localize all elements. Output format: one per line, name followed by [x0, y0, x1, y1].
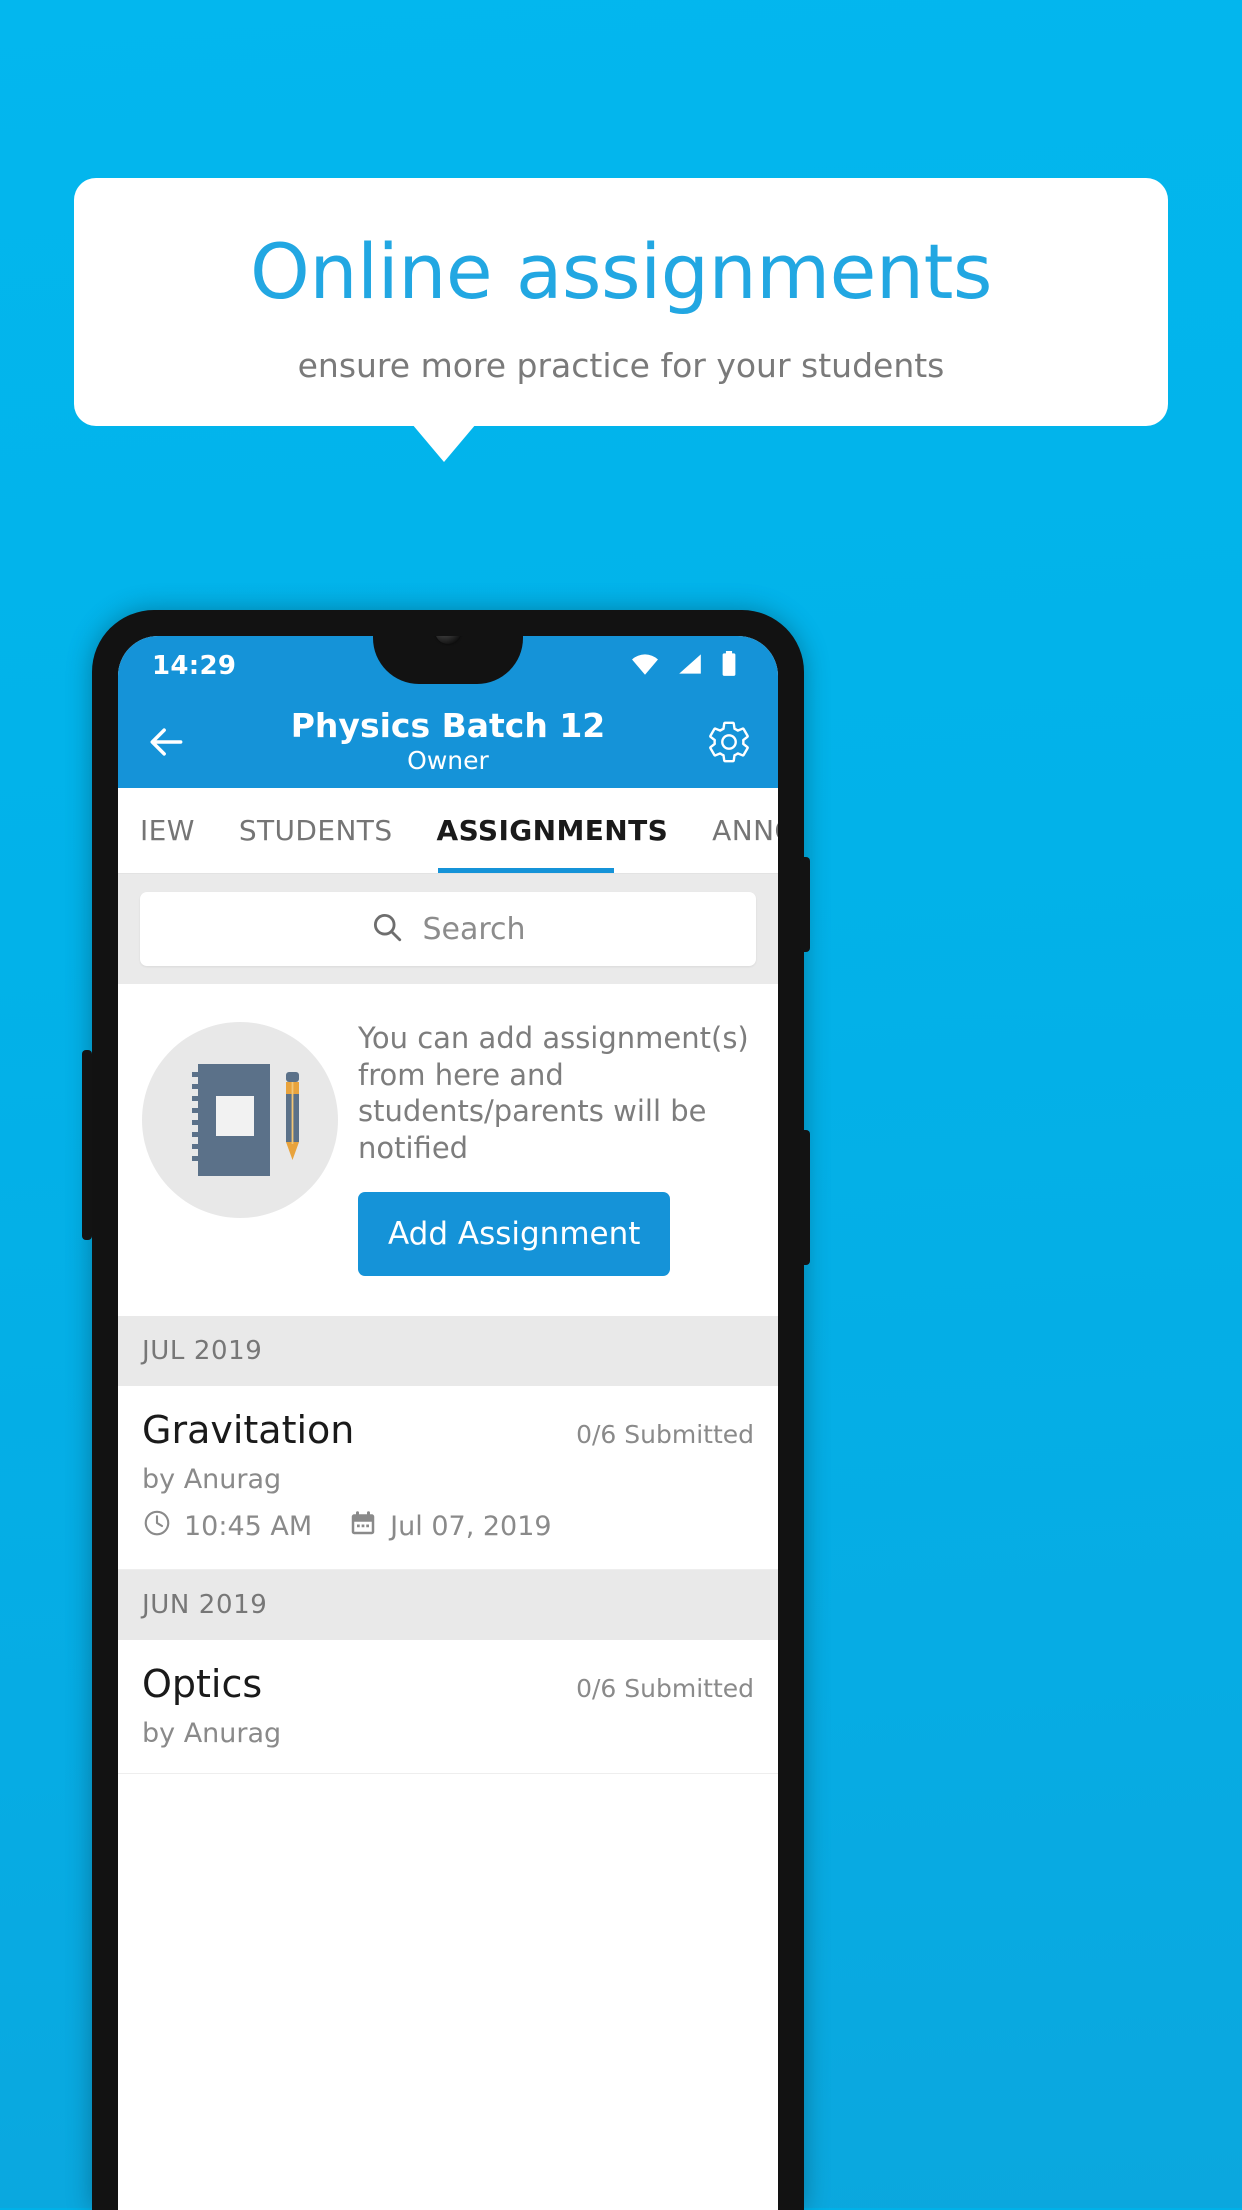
assignment-submitted-count: 0/6 Submitted [576, 1420, 754, 1450]
app-bar: Physics Batch 12 Owner [118, 696, 778, 788]
tab-students[interactable]: STUDENTS [217, 788, 415, 873]
status-bar-icons [630, 651, 738, 681]
wifi-icon [630, 652, 660, 680]
page-title: Physics Batch 12 [290, 706, 606, 746]
phone-device-frame: 14:29 Physics Batch 12 Owner IEW STUDENT… [82, 610, 810, 2210]
assignment-author: by Anurag [142, 1718, 282, 1750]
add-assignment-button[interactable]: Add Assignment [358, 1192, 671, 1277]
search-input[interactable]: Search [140, 892, 756, 966]
gear-icon[interactable] [706, 719, 752, 765]
month-header-jun: JUN 2019 [118, 1570, 778, 1641]
search-section: Search [118, 874, 778, 984]
promo-headline: Online assignments [250, 227, 992, 316]
phone-power-button[interactable] [800, 857, 810, 952]
status-bar: 14:29 [118, 636, 778, 696]
search-icon [370, 910, 404, 948]
assignment-meta: 10:45 AM Jul 07, 2019 [142, 1508, 754, 1545]
tab-active-indicator [438, 868, 614, 873]
assignment-row[interactable]: Optics 0/6 Submitted by Anurag [118, 1640, 778, 1775]
cellular-signal-icon [676, 652, 704, 680]
page-subtitle: Owner [407, 745, 489, 775]
tab-assignments[interactable]: ASSIGNMENTS [415, 788, 691, 873]
phone-volume-button[interactable] [800, 1130, 810, 1265]
assignment-row[interactable]: Gravitation 0/6 Submitted by Anurag 10:4… [118, 1386, 778, 1571]
empty-state-message: You can add assignment(s) from here and … [358, 1021, 749, 1165]
tab-bar[interactable]: IEW STUDENTS ASSIGNMENTS ANNOUNCEM [118, 788, 778, 874]
assignment-submitted-count: 0/6 Submitted [576, 1674, 754, 1704]
assignment-title: Optics [142, 1662, 263, 1707]
status-bar-clock: 14:29 [152, 651, 237, 681]
empty-state-content: You can add assignment(s) from here and … [358, 1018, 754, 1277]
empty-state-card: You can add assignment(s) from here and … [118, 984, 778, 1317]
phone-screen: 14:29 Physics Batch 12 Owner IEW STUDENT… [118, 636, 778, 2210]
app-bar-title-group: Physics Batch 12 Owner [118, 706, 778, 776]
calendar-icon [348, 1508, 378, 1545]
tab-overview[interactable]: IEW [118, 788, 217, 873]
assignment-title: Gravitation [142, 1408, 355, 1453]
tab-announcements[interactable]: ANNOUNCEM [690, 788, 778, 873]
speech-bubble-tail-icon [412, 424, 476, 462]
search-placeholder-text: Search [422, 911, 526, 947]
battery-icon [720, 651, 738, 681]
promo-speech-bubble: Online assignments ensure more practice … [74, 178, 1168, 426]
notebook-and-pen-icon [142, 1022, 338, 1218]
promo-subheadline: ensure more practice for your students [297, 346, 945, 385]
assignment-date: Jul 07, 2019 [390, 1511, 552, 1543]
month-header-jul: JUL 2019 [118, 1316, 778, 1387]
phone-side-button[interactable] [82, 1050, 92, 1240]
clock-icon [142, 1508, 172, 1545]
assignment-time: 10:45 AM [184, 1511, 313, 1543]
assignment-author: by Anurag [142, 1464, 282, 1496]
back-arrow-icon[interactable] [144, 720, 188, 764]
